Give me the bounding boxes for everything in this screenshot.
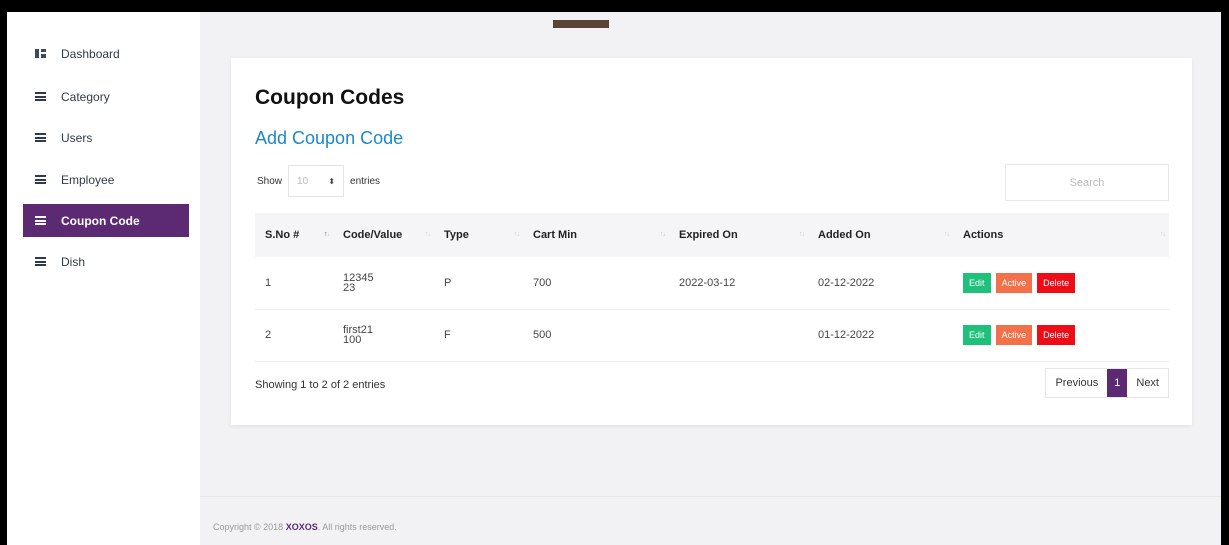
sidebar-item-label: Dashboard — [61, 46, 120, 61]
active-button[interactable]: Active — [995, 272, 1033, 293]
sidebar-item-label: Dish — [61, 254, 86, 269]
column-header-code[interactable]: Code/Value ↑↓ — [333, 213, 434, 257]
menu-icon — [35, 133, 46, 142]
table-header-row: S.No # ↑↓ Code/Value ↑↓ Type ↑↓ Cart Min ↑↓ … — [255, 213, 1169, 257]
app-window: Dashboard Category Users Employee Coupon… — [7, 12, 1221, 545]
show-label: Show — [257, 175, 283, 187]
cell-actions: Edit Active Delete — [953, 257, 1169, 309]
sidebar-item-label: Coupon Code — [61, 213, 140, 228]
column-header-sno[interactable]: S.No # ↑↓ — [255, 213, 333, 257]
page-title: Coupon Codes — [255, 86, 405, 109]
column-header-type[interactable]: Type ↑↓ — [434, 213, 523, 257]
cell-code: first21 100 — [343, 324, 373, 346]
table-row: 1 12345 23 P 700 2022-03-12 02-12-2022 Ed… — [255, 257, 1169, 309]
column-header-cart-min[interactable]: Cart Min ↑↓ — [523, 213, 669, 257]
sort-icon: ↑↓ — [944, 231, 950, 238]
cell-expired-on: 2022-03-12 — [679, 276, 736, 289]
sidebar-item-category[interactable]: Category — [23, 80, 189, 113]
page-length-value: 10 — [297, 175, 309, 187]
sort-icon: ↑↓ — [799, 231, 805, 238]
column-header-expired-on[interactable]: Expired On ↑↓ — [669, 213, 808, 257]
footer-divider — [200, 496, 1221, 497]
pagination: Previous 1 Next — [1045, 368, 1169, 398]
cell-expired-on — [669, 309, 808, 361]
cell-type: F — [444, 329, 451, 341]
sidebar: Dashboard Category Users Employee Coupon… — [7, 12, 200, 545]
table-row: 2 first21 100 F 500 01-12-2022 Edit Activ… — [255, 309, 1169, 361]
active-button[interactable]: Active — [995, 325, 1033, 345]
entries-label: entries — [350, 175, 381, 187]
cell-sno: 2 — [265, 329, 272, 341]
sort-icon: ↑↓ — [514, 231, 520, 238]
cell-added-on: 01-12-2022 — [818, 329, 875, 341]
edit-button[interactable]: Edit — [963, 272, 991, 293]
sidebar-item-employee[interactable]: Employee — [23, 163, 189, 196]
coupon-codes-card: Coupon Codes Add Coupon Code Show 10 ⬍ e… — [231, 58, 1192, 425]
cell-sno: 1 — [265, 276, 272, 289]
top-image-fragment — [553, 20, 609, 28]
menu-icon — [35, 92, 46, 101]
sidebar-item-coupon-code[interactable]: Coupon Code — [23, 204, 189, 237]
sidebar-item-label: Users — [61, 130, 93, 145]
sidebar-item-label: Category — [61, 89, 110, 104]
table-info: Showing 1 to 2 of 2 entries — [255, 379, 386, 391]
sort-icon: ↑↓ — [1160, 231, 1166, 238]
add-coupon-code-link[interactable]: Add Coupon Code — [255, 128, 403, 149]
page-1-button[interactable]: 1 — [1107, 369, 1128, 397]
edit-button[interactable]: Edit — [963, 325, 991, 345]
page-length-control: Show 10 ⬍ entries — [257, 165, 380, 197]
column-header-added-on[interactable]: Added On ↑↓ — [808, 213, 953, 257]
cell-cart-min: 700 — [533, 276, 552, 289]
sort-icon: ↑↓ — [660, 231, 666, 238]
cell-actions: Edit Active Delete — [953, 309, 1169, 361]
page-length-select[interactable]: 10 ⬍ — [288, 165, 345, 197]
next-page-button[interactable]: Next — [1127, 377, 1168, 389]
previous-page-button[interactable]: Previous — [1046, 377, 1107, 389]
sidebar-item-label: Employee — [61, 172, 115, 187]
cell-added-on: 02-12-2022 — [818, 276, 875, 289]
copyright-suffix: . All rights reserved. — [317, 522, 397, 532]
select-arrows-icon: ⬍ — [328, 176, 336, 186]
sort-icon: ↑↓ — [425, 231, 431, 238]
coupon-table: S.No # ↑↓ Code/Value ↑↓ Type ↑↓ Cart Min ↑↓ … — [255, 213, 1169, 362]
cell-code: 12345 23 — [343, 271, 374, 294]
delete-button[interactable]: Delete — [1037, 325, 1076, 345]
copyright-footer: Copyright © 2018 XOXOS. All rights reser… — [213, 522, 397, 532]
copyright-prefix: Copyright © 2018 — [213, 522, 286, 532]
dashboard-icon — [35, 49, 46, 58]
cell-type: P — [444, 276, 452, 289]
sort-icon: ↑↓ — [324, 231, 330, 238]
sidebar-item-dashboard[interactable]: Dashboard — [23, 37, 189, 70]
column-header-actions[interactable]: Actions ↑↓ — [953, 213, 1169, 257]
sidebar-item-users[interactable]: Users — [23, 121, 189, 154]
sidebar-item-dish[interactable]: Dish — [23, 245, 189, 278]
menu-icon — [35, 257, 46, 266]
menu-icon — [35, 175, 46, 184]
search-input[interactable] — [1005, 164, 1169, 201]
delete-button[interactable]: Delete — [1037, 272, 1076, 293]
menu-icon — [35, 216, 46, 225]
cell-cart-min: 500 — [533, 329, 552, 341]
brand-link[interactable]: XOXOS — [286, 522, 318, 532]
